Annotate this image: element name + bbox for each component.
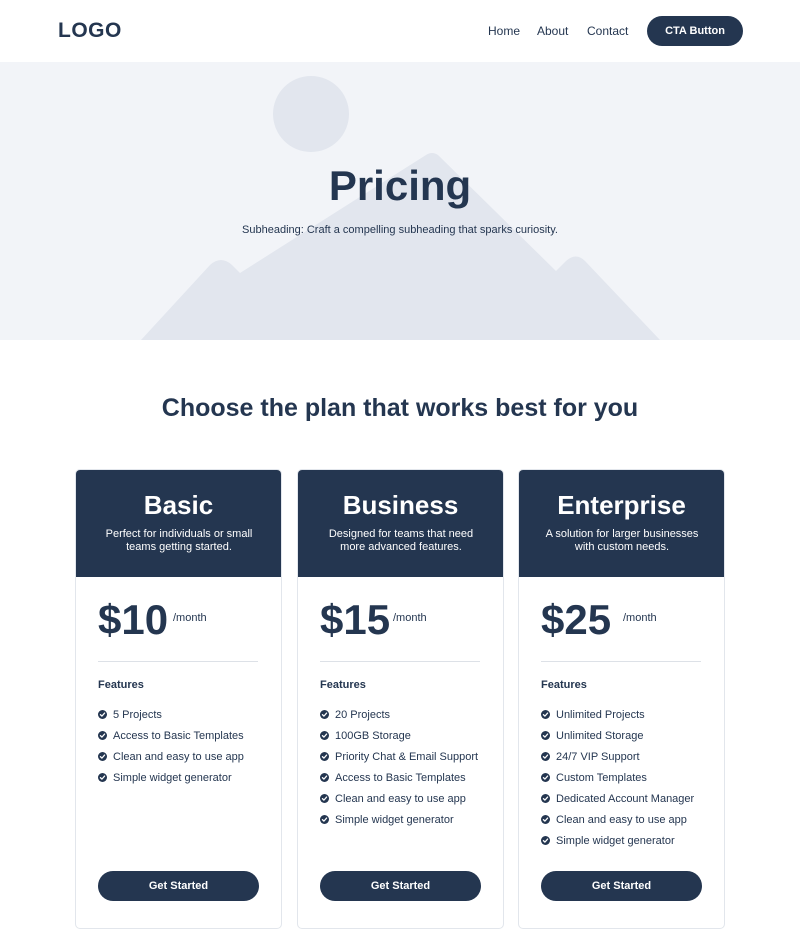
feature-item: 24/7 VIP Support	[541, 746, 694, 767]
check-circle-icon	[320, 794, 329, 803]
cta-button[interactable]: CTA Button	[647, 16, 743, 46]
feature-item: 20 Projects	[320, 704, 478, 725]
feature-label: Access to Basic Templates	[113, 729, 244, 742]
feature-label: Unlimited Projects	[556, 708, 645, 721]
features-title: Features	[98, 679, 144, 691]
check-circle-icon	[541, 836, 550, 845]
feature-item: 5 Projects	[98, 704, 244, 725]
site-header: LOGO Home About Contact CTA Button	[0, 0, 800, 62]
plan-name: Business	[342, 490, 459, 520]
feature-label: 24/7 VIP Support	[556, 750, 640, 763]
card-header: Enterprise A solution for larger busines…	[519, 470, 724, 577]
nav-home-link[interactable]: Home	[488, 24, 520, 38]
plan-period: /month	[393, 612, 427, 624]
divider	[320, 661, 480, 662]
feature-item: Dedicated Account Manager	[541, 788, 694, 809]
feature-item: Access to Basic Templates	[98, 725, 244, 746]
page-title: Pricing	[328, 162, 472, 209]
pricing-card-business: Business Designed for teams that need mo…	[297, 469, 504, 929]
feature-list: 20 Projects 100GB Storage Priority Chat & …	[320, 704, 478, 830]
section-title: Choose the plan that works best for you	[161, 394, 639, 422]
feature-item: Clean and easy to use app	[98, 746, 244, 767]
feature-label: Custom Templates	[556, 771, 647, 784]
check-circle-icon	[98, 773, 107, 782]
plan-description: Perfect for individuals or small teams g…	[105, 528, 253, 553]
nav-contact-link[interactable]: Contact	[587, 24, 628, 38]
plan-price: $25	[541, 596, 612, 643]
feature-item: Custom Templates	[541, 767, 694, 788]
check-circle-icon	[98, 752, 107, 761]
plan-price: $10	[98, 596, 169, 643]
get-started-button[interactable]: Get Started	[98, 871, 259, 901]
check-circle-icon	[320, 752, 329, 761]
check-circle-icon	[541, 710, 550, 719]
check-circle-icon	[320, 731, 329, 740]
plan-description: Designed for teams that need more advanc…	[328, 528, 474, 553]
feature-item: Simple widget generator	[98, 767, 244, 788]
feature-item: Simple widget generator	[320, 809, 478, 830]
check-circle-icon	[541, 731, 550, 740]
check-circle-icon	[320, 710, 329, 719]
plan-price: $15	[320, 596, 391, 643]
feature-list: Unlimited Projects Unlimited Storage 24/7 …	[541, 704, 694, 851]
check-circle-icon	[541, 794, 550, 803]
get-started-button[interactable]: Get Started	[320, 871, 481, 901]
feature-item: Priority Chat & Email Support	[320, 746, 478, 767]
plan-name: Enterprise	[557, 490, 686, 520]
plan-name: Basic	[143, 490, 214, 520]
feature-item: 100GB Storage	[320, 725, 478, 746]
feature-label: Clean and easy to use app	[335, 792, 466, 805]
nav-about-link[interactable]: About	[537, 24, 568, 38]
feature-label: Simple widget generator	[335, 813, 454, 826]
feature-label: 20 Projects	[335, 708, 391, 721]
plan-description: A solution for larger businesses with cu…	[545, 528, 699, 553]
card-header: Basic Perfect for individuals or small t…	[76, 470, 281, 577]
divider	[541, 661, 701, 662]
feature-item: Unlimited Projects	[541, 704, 694, 725]
logo[interactable]: LOGO	[58, 19, 122, 43]
feature-item: Clean and easy to use app	[320, 788, 478, 809]
pricing-card-basic: Basic Perfect for individuals or small t…	[75, 469, 282, 929]
features-title: Features	[320, 679, 366, 691]
check-circle-icon	[98, 731, 107, 740]
check-circle-icon	[320, 815, 329, 824]
pricing-card-enterprise: Enterprise A solution for larger busines…	[518, 469, 725, 929]
feature-item: Access to Basic Templates	[320, 767, 478, 788]
get-started-button[interactable]: Get Started	[541, 871, 702, 901]
features-title: Features	[541, 679, 587, 691]
plan-period: /month	[623, 612, 657, 624]
feature-item: Unlimited Storage	[541, 725, 694, 746]
feature-label: 5 Projects	[113, 708, 162, 721]
feature-label: Priority Chat & Email Support	[335, 750, 479, 763]
divider	[98, 661, 258, 662]
feature-label: Simple widget generator	[113, 771, 232, 784]
check-circle-icon	[541, 815, 550, 824]
plan-period: /month	[173, 612, 207, 624]
check-circle-icon	[98, 710, 107, 719]
feature-label: Clean and easy to use app	[113, 750, 244, 763]
feature-item: Clean and easy to use app	[541, 809, 694, 830]
feature-label: Access to Basic Templates	[335, 771, 466, 784]
feature-label: Dedicated Account Manager	[556, 792, 695, 805]
card-header: Business Designed for teams that need mo…	[298, 470, 503, 577]
feature-label: 100GB Storage	[335, 729, 411, 742]
check-circle-icon	[541, 752, 550, 761]
check-circle-icon	[541, 773, 550, 782]
hero-subheading: Subheading: Craft a compelling subheadin…	[242, 224, 558, 236]
check-circle-icon	[320, 773, 329, 782]
feature-item: Simple widget generator	[541, 830, 694, 851]
feature-label: Simple widget generator	[556, 834, 675, 847]
feature-label: Clean and easy to use app	[556, 813, 687, 826]
feature-list: 5 Projects Access to Basic Templates Clean…	[98, 704, 244, 788]
feature-label: Unlimited Storage	[556, 729, 644, 742]
hero-section: Pricing Subheading: Craft a compelling s…	[0, 62, 800, 340]
